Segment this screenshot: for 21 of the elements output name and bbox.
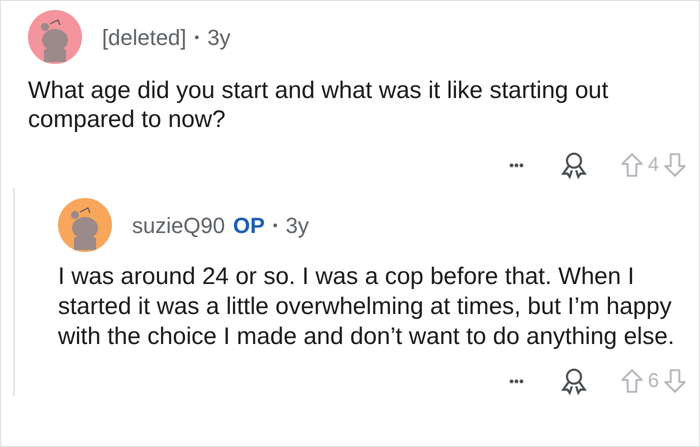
separator-dot: • [194,28,200,46]
more-button[interactable]: ••• [509,370,524,392]
upvote-icon[interactable] [620,152,644,178]
username[interactable]: suzieQ90 [132,208,225,242]
separator-dot: • [272,216,278,234]
upvote-icon[interactable] [620,368,644,394]
op-label: OP [232,212,265,240]
comment-time: 3y [286,212,309,240]
avatar-icon [28,10,82,64]
comment-text: I was around 24 or so. I was a cop before that. When I started it was a little overwhelming at times, but I’m happy with the choice I made and don’t want to do anything else. [58,262,676,352]
award-icon[interactable] [560,367,588,395]
downvote-icon[interactable] [663,152,687,178]
comment-time: 3y [207,24,231,52]
vote-count: 4 [648,153,659,178]
downvote-icon[interactable] [663,368,687,394]
avatar-icon [58,198,112,252]
more-button[interactable]: ••• [509,154,524,176]
award-icon[interactable] [560,151,588,179]
vote-count: 6 [648,369,659,394]
comment-text: What age did you start and what was it like starting out compared to now? [28,76,610,134]
username[interactable]: [deleted] [102,20,186,54]
